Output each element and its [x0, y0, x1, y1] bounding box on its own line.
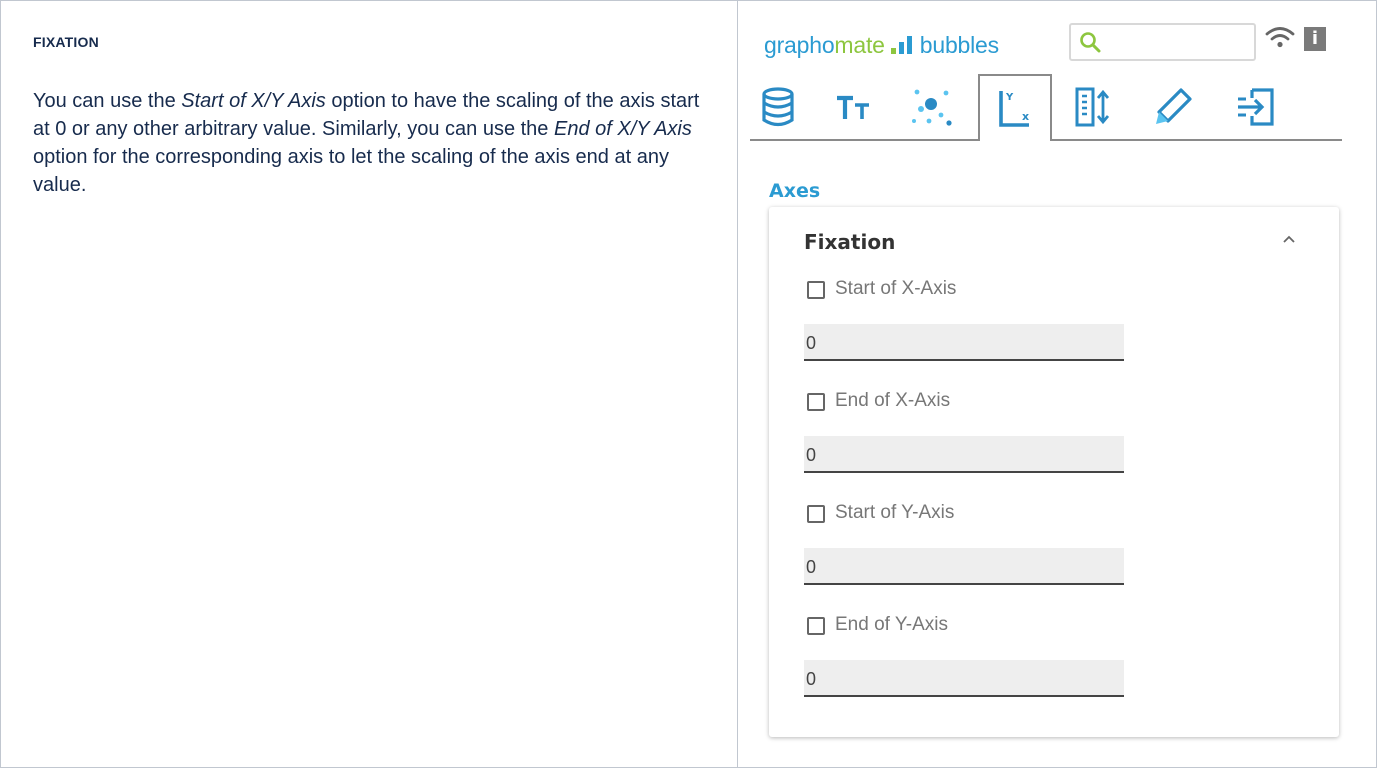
- checkbox[interactable]: [807, 281, 825, 299]
- axes-icon: Yx: [999, 90, 1029, 127]
- section-heading: FIXATION: [33, 34, 99, 50]
- export-icon: [1238, 88, 1274, 126]
- tab-sorting[interactable]: [1065, 82, 1121, 132]
- svg-text:Y: Y: [1005, 92, 1014, 103]
- info-icon[interactable]: i: [1304, 27, 1326, 51]
- end-y-field[interactable]: 0: [804, 660, 1124, 697]
- brand-bubbles: bubbles: [919, 32, 999, 58]
- settings-panel-screenshot: graphomate bubbles i Yx Axes Fixation St…: [738, 1, 1376, 767]
- para-text-3: option for the corresponding axis to let…: [33, 146, 669, 196]
- svg-text:x: x: [1022, 110, 1029, 123]
- tab-axes[interactable]: Yx: [978, 74, 1052, 141]
- tab-bar: Yx: [750, 74, 1342, 141]
- tab-data[interactable]: [750, 82, 806, 132]
- sort-columns-icon: [1075, 87, 1110, 127]
- end-x-field[interactable]: 0: [804, 436, 1124, 473]
- field-value: 0: [806, 669, 817, 689]
- start-y-field[interactable]: 0: [804, 548, 1124, 585]
- brand-bars-icon: [890, 36, 914, 54]
- fixation-card: Fixation Start of X-Axis 0 End of X-Axis…: [769, 207, 1339, 737]
- brand-logo: graphomate bubbles: [764, 31, 999, 59]
- para-text-1: You can use the: [33, 90, 182, 112]
- para-emphasis-start: Start of X/Y Axis: [181, 90, 326, 112]
- description-paragraph: You can use the Start of X/Y Axis option…: [33, 87, 703, 199]
- description-column: FIXATION You can use the Start of X/Y Ax…: [1, 1, 737, 767]
- database-icon: [762, 87, 794, 127]
- field-value: 0: [806, 557, 817, 577]
- tab-edit[interactable]: [1145, 82, 1201, 132]
- pencil-icon: [1156, 88, 1192, 124]
- wifi-icon[interactable]: [1265, 25, 1295, 51]
- brand-grapho: grapho: [764, 32, 835, 58]
- checkbox[interactable]: [807, 393, 825, 411]
- option-label: End of X-Axis: [835, 390, 951, 411]
- brand-mate: mate: [834, 32, 885, 58]
- option-label: End of Y-Axis: [835, 614, 949, 635]
- para-emphasis-end: End of X/Y Axis: [554, 118, 692, 140]
- tab-export[interactable]: [1228, 82, 1284, 132]
- search-icon: [1080, 32, 1101, 53]
- card-title: Fixation: [804, 230, 896, 254]
- search-input[interactable]: [1109, 31, 1253, 55]
- checkbox[interactable]: [807, 505, 825, 523]
- chevron-up-icon[interactable]: [1281, 231, 1297, 247]
- checkbox[interactable]: [807, 617, 825, 635]
- option-label: Start of X-Axis: [835, 278, 957, 299]
- tab-bubbles[interactable]: [903, 82, 959, 132]
- search-box[interactable]: [1069, 23, 1256, 61]
- field-value: 0: [806, 445, 817, 465]
- option-label: Start of Y-Axis: [835, 502, 955, 523]
- section-title: Axes: [769, 180, 821, 202]
- field-value: 0: [806, 333, 817, 353]
- bubbles-scatter-icon: [912, 89, 952, 126]
- text-size-icon: [837, 95, 869, 119]
- start-x-field[interactable]: 0: [804, 324, 1124, 361]
- tab-text[interactable]: [826, 82, 882, 132]
